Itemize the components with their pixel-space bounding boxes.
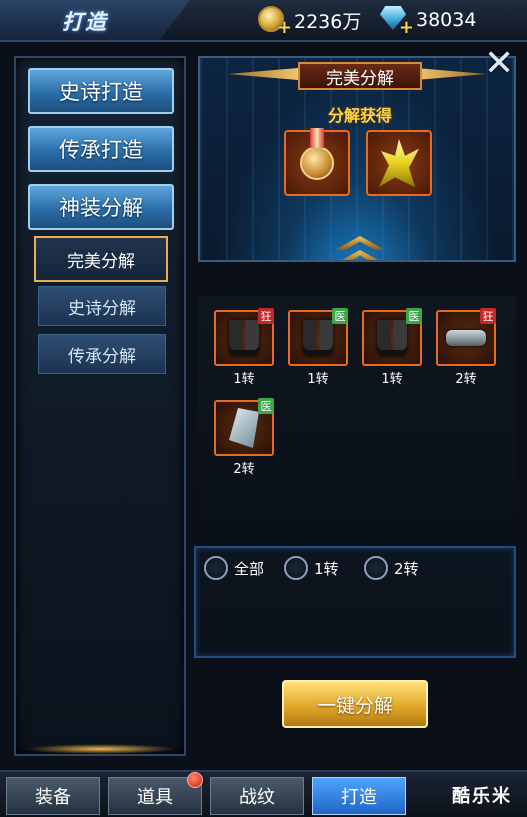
sub-item-perfect-decompose[interactable]: 完美分解 [34,236,168,282]
page-title: 打造 [62,10,108,34]
sub-item-legacy-decompose[interactable]: 传承分解 [38,334,166,374]
sidebar: 史诗打造 传承打造 神装分解 完美分解 史诗分解 传承分解 [14,56,186,756]
tab-forge[interactable]: 打造 [312,777,406,815]
sidebar-item-epic-forge[interactable]: 史诗打造 [28,68,174,114]
filter-label: 2转 [394,559,419,578]
gold-value: 2236万 [294,10,362,33]
class-tag: 医 [332,308,348,324]
class-tag: 医 [406,308,422,324]
filter-tier2-radio[interactable]: 2转 [364,556,419,580]
gold-coin-icon: + [258,6,292,38]
radio-circle-icon [284,556,308,580]
reward-slot[interactable] [284,128,350,196]
equipment-slot[interactable]: 医 [362,308,422,366]
class-tag: 狂 [480,308,496,324]
class-tag: 医 [258,398,274,414]
sub-item-epic-decompose[interactable]: 史诗分解 [38,286,166,326]
item-tier-label: 2转 [455,372,477,387]
notification-dot-icon [187,772,203,788]
medal-icon [300,128,334,180]
item-tier-label: 1转 [233,372,255,387]
filter-tier1-radio[interactable]: 1转 [284,556,339,580]
panel-title: 完美分解 [298,62,422,90]
decompose-panel: 完美分解 分解获得 ✕ 狂 1转 医 1转 医 1转 狂 2转 医 2转 全部 … [194,46,520,756]
boots-icon [377,320,407,356]
tab-runes[interactable]: 战纹 [210,777,304,815]
diamond-value: 38034 [416,9,477,31]
one-click-decompose-button[interactable]: 一键分解 [282,680,428,728]
filter-label: 1转 [314,559,339,578]
yellow-crystal-icon [379,139,419,187]
item-grid: 狂 1转 医 1转 医 1转 狂 2转 医 2转 [198,296,516,544]
sidebar-item-divine-decompose[interactable]: 神装分解 [28,184,174,230]
item-tier-label: 1转 [307,372,329,387]
tab-equipment[interactable]: 装备 [6,777,100,815]
reward-banner: 完美分解 分解获得 [198,56,516,262]
equipment-slot[interactable]: 狂 [436,308,496,366]
boots-icon [229,320,259,356]
filter-all-radio[interactable]: 全部 [204,556,264,580]
gain-label: 分解获得 [327,106,392,125]
item-tier-label: 2转 [233,462,255,477]
gauntlet-icon [229,408,259,448]
equipment-slot[interactable]: 医 [214,398,274,456]
class-tag: 狂 [258,308,274,324]
radio-circle-icon [204,556,228,580]
item-tier-label: 1转 [381,372,403,387]
close-icon[interactable]: ✕ [484,46,514,82]
panel-glow [26,744,176,754]
bottom-tab-bar: 装备 道具 战纹 打造 酷乐米 [0,770,527,817]
filter-label: 全部 [234,559,265,578]
sidebar-item-legacy-forge[interactable]: 传承打造 [28,126,174,172]
top-bar: 打造 + 2236万 + 38034 [0,0,527,42]
equipment-slot[interactable]: 医 [288,308,348,366]
filter-panel: 全部 1转 2转 [194,546,516,658]
gold-currency[interactable]: + 2236万 [258,6,362,38]
diamond-icon: + [380,6,414,38]
watermark: 酷乐米 [452,786,512,807]
belt-icon [446,330,486,346]
diamond-currency[interactable]: + 38034 [380,6,477,38]
equipment-slot[interactable]: 狂 [214,308,274,366]
reward-slot[interactable] [366,130,432,196]
radio-circle-icon [364,556,388,580]
boots-icon [303,320,333,356]
